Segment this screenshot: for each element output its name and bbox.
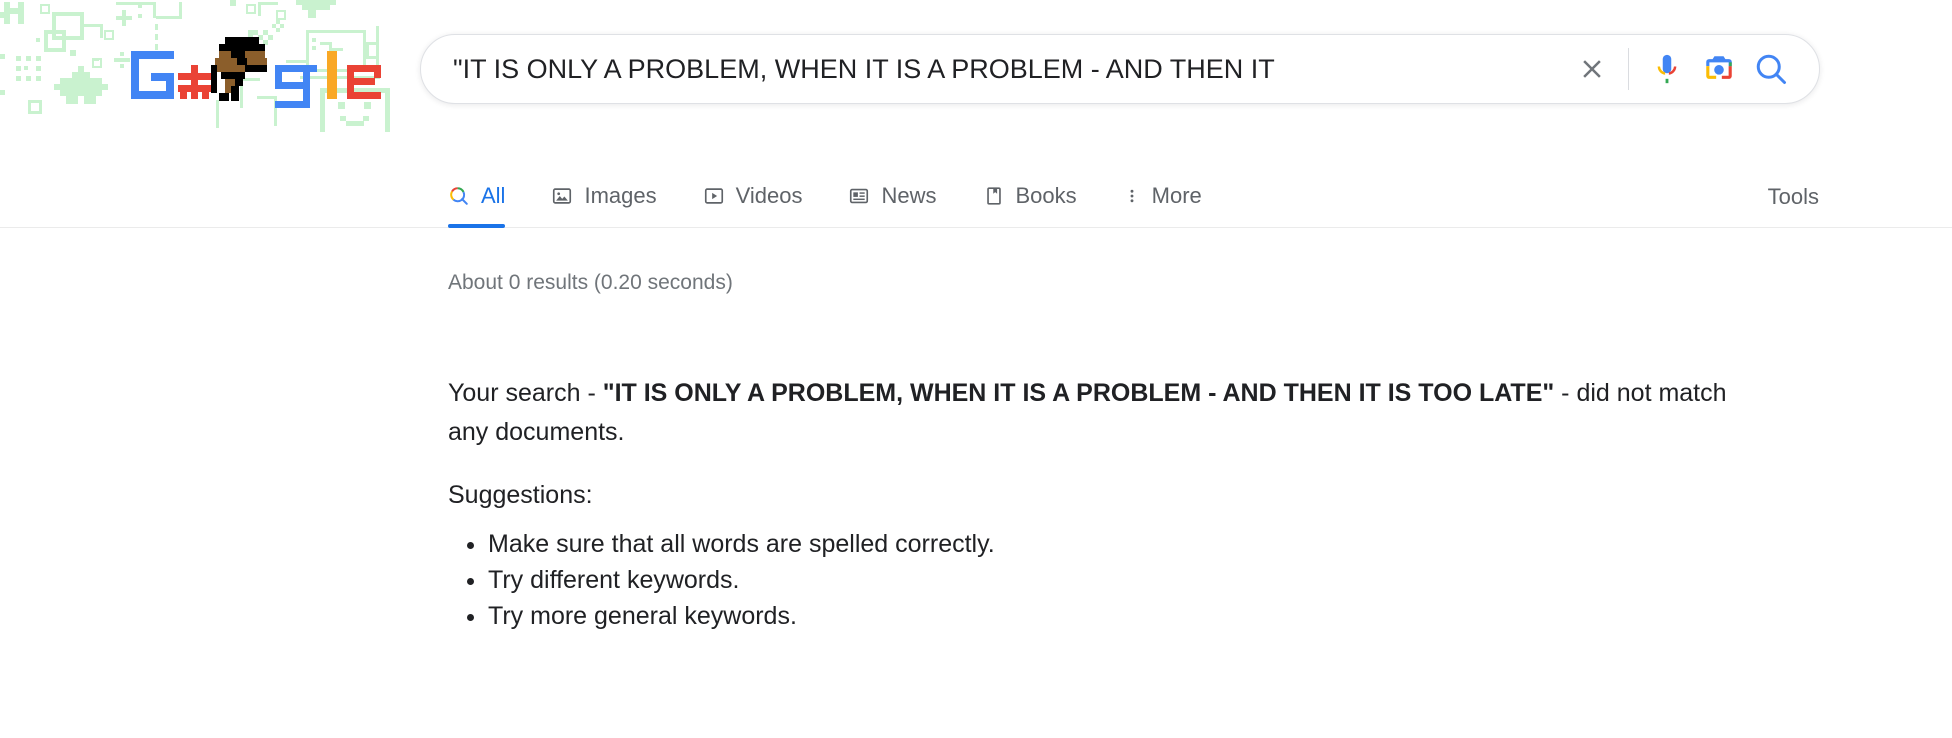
tab-books[interactable]: Books [983,166,1077,227]
tab-images[interactable]: Images [551,166,657,227]
tab-label: Videos [735,182,803,208]
searched-query: "IT IS ONLY A PROBLEM, WHEN IT IS A PROB… [602,379,1555,407]
image-icon [551,185,573,207]
logo-letter-g [275,65,317,115]
result-stats: About 0 results (0.20 seconds) [448,271,733,294]
suggestions-list: Make sure that all words are spelled cor… [448,526,1748,634]
google-logo-letters[interactable] [131,37,381,108]
more-vertical-icon [1123,185,1141,207]
search-bar[interactable] [420,34,1820,104]
tab-label: News [881,182,937,208]
book-icon [983,185,1005,207]
logo-letter-e [347,65,381,99]
no-results-block: Your search - "IT IS ONLY A PROBLEM, WHE… [448,374,1748,634]
tab-all[interactable]: All [448,166,506,228]
doodle-character-sprite [211,37,273,107]
video-icon [703,185,725,207]
close-icon [1583,60,1601,78]
clear-search-button[interactable] [1568,45,1616,93]
camera-lens-icon [1706,56,1732,79]
tab-more[interactable]: More [1123,166,1202,227]
news-icon [848,185,870,207]
search-submit-button[interactable] [1745,43,1797,95]
google-doodle-logo[interactable] [0,0,400,132]
tools-label: Tools [1767,183,1819,209]
search-input[interactable] [421,49,1568,89]
voice-search-button[interactable] [1641,43,1693,95]
lens-search-button[interactable] [1693,43,1745,95]
logo-letter-l [327,51,337,99]
no-match-prefix: Your search - [448,379,603,407]
search-tabs-bar: All Images Videos News Books More Tools [0,166,1952,228]
tab-label: All [481,182,506,208]
tab-label: More [1151,182,1202,208]
search-tabs: All Images Videos News Books More [448,166,1248,228]
tab-label: Images [584,182,657,208]
tools-button[interactable]: Tools [1768,166,1819,227]
tab-videos[interactable]: Videos [703,166,803,227]
no-match-message: Your search - "IT IS ONLY A PROBLEM, WHE… [448,374,1748,452]
search-divider [1628,48,1629,90]
tab-news[interactable]: News [848,166,937,227]
list-item: Try more general keywords. [488,598,1748,634]
list-item: Make sure that all words are spelled cor… [488,526,1748,562]
tab-label: Books [1015,182,1077,208]
logo-letter-o-1 [178,65,211,99]
microphone-icon [1657,54,1677,84]
suggestions-title: Suggestions: [448,481,593,509]
list-item: Try different keywords. [488,562,1748,598]
search-icon [448,185,470,207]
search-header: All Images [0,0,1952,254]
logo-letter-G [131,51,174,99]
search-icon [1756,54,1786,84]
